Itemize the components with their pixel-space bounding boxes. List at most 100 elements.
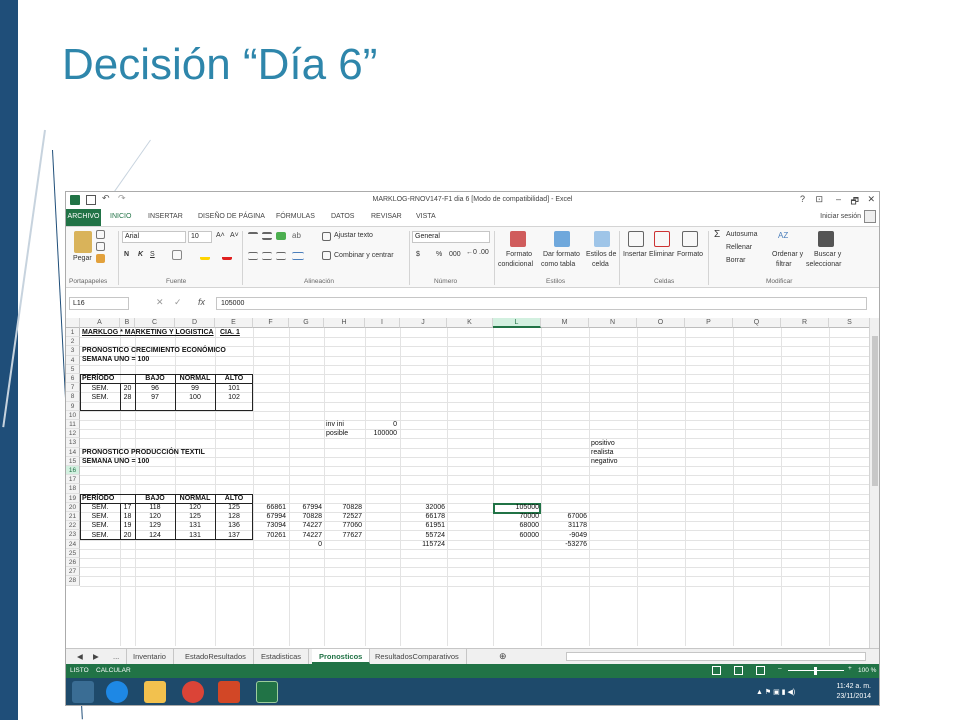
cell-b6[interactable]: 20	[120, 384, 135, 393]
row-header-8[interactable]: 8	[66, 392, 80, 402]
cell-g17[interactable]: 70828	[289, 512, 322, 521]
clear-button[interactable]: Borrar	[726, 257, 745, 264]
col-header-g[interactable]: G	[289, 318, 324, 328]
number-format-select[interactable]: General	[412, 231, 490, 243]
paste-icon[interactable]	[74, 231, 92, 253]
col-header-p[interactable]: P	[685, 318, 733, 328]
tab-vista[interactable]: VISTA	[416, 213, 436, 220]
col-header-n[interactable]: N	[589, 318, 637, 328]
scrollbar-thumb[interactable]	[872, 336, 878, 486]
paste-label[interactable]: Pegar	[73, 255, 92, 262]
zoom-slider-thumb[interactable]	[814, 667, 817, 675]
row-header-15[interactable]: 15	[66, 456, 80, 466]
tab-archivo[interactable]: ARCHIVO	[66, 209, 101, 226]
tab-diseno-pagina[interactable]: DISEÑO DE PÁGINA	[198, 213, 265, 220]
cell-j20[interactable]: 115724	[400, 540, 445, 549]
row-header-5[interactable]: 5	[66, 364, 80, 374]
cell-d18[interactable]: 131	[175, 521, 215, 530]
format-cells-icon[interactable]	[682, 231, 698, 247]
cell-e1[interactable]: CIA. 1	[220, 328, 240, 337]
shrink-font-button[interactable]: A˅	[230, 232, 239, 239]
insert-function-icon[interactable]: fx	[198, 297, 205, 307]
format-table-icon[interactable]	[554, 231, 570, 247]
cell-d17[interactable]: 125	[175, 512, 215, 521]
tab-resultados-comparativos[interactable]: ResultadosComparativos	[368, 649, 467, 664]
excel-taskbar-icon[interactable]	[256, 681, 278, 703]
cell-c6[interactable]: 96	[135, 384, 175, 393]
row-header-6[interactable]: 6	[66, 374, 80, 384]
chrome-icon[interactable]	[182, 681, 204, 703]
cell-g16[interactable]: 67994	[289, 503, 322, 512]
select-all-corner[interactable]	[66, 318, 80, 328]
cell-b19[interactable]: 20	[120, 531, 135, 540]
cut-icon[interactable]	[96, 230, 105, 239]
col-header-l[interactable]: L	[493, 318, 541, 328]
cell-a13[interactable]: PRONOSTICO PRODUCCIÓN TEXTIL	[82, 448, 205, 457]
percent-button[interactable]: %	[436, 251, 442, 258]
sort-filter-icon[interactable]: AZ	[778, 231, 794, 247]
sort-filter-label-2[interactable]: filtrar	[776, 261, 792, 268]
format-button[interactable]: Formato	[677, 251, 703, 258]
copy-icon[interactable]	[96, 242, 105, 251]
thousands-button[interactable]: 000	[449, 251, 461, 258]
cell-c18[interactable]: 129	[135, 521, 175, 530]
help-button[interactable]: ?	[800, 194, 805, 204]
cell-a19[interactable]: SEM.	[80, 531, 120, 540]
cell-a3[interactable]: PRONOSTICO CRECIMIENTO ECONÓMICO	[82, 346, 226, 355]
borders-icon[interactable]	[172, 250, 182, 260]
col-header-f[interactable]: F	[253, 318, 289, 328]
cell-h11[interactable]: posible	[326, 429, 348, 438]
cell-m18[interactable]: 31178	[541, 521, 587, 530]
cell-n14[interactable]: negativo	[591, 457, 617, 466]
col-header-q[interactable]: Q	[733, 318, 781, 328]
col-header-r[interactable]: R	[781, 318, 829, 328]
add-sheet-icon[interactable]: ⊕	[492, 648, 514, 663]
sigma-icon[interactable]: Σ	[714, 229, 720, 240]
zoom-in-button[interactable]: +	[848, 665, 852, 672]
row-header-21[interactable]: 21	[66, 512, 80, 522]
cell-j16[interactable]: 32006	[400, 503, 445, 512]
cell-f18[interactable]: 73094	[253, 521, 286, 530]
align-bottom-icon[interactable]	[276, 232, 286, 240]
cell-b16[interactable]: 17	[120, 503, 135, 512]
col-header-h[interactable]: H	[324, 318, 365, 328]
tab-insertar[interactable]: INSERTAR	[148, 213, 183, 220]
cell-g20[interactable]: 0	[289, 540, 322, 549]
align-center-icon[interactable]	[262, 252, 272, 260]
delete-button[interactable]: Eliminar	[649, 251, 674, 258]
cell-styles-icon[interactable]	[594, 231, 610, 247]
find-select-label-2[interactable]: seleccionar	[806, 261, 841, 268]
col-header-d[interactable]: D	[175, 318, 215, 328]
cell-h18[interactable]: 77060	[324, 521, 362, 530]
cell-c16[interactable]: 118	[135, 503, 175, 512]
ie-icon[interactable]	[106, 681, 128, 703]
powerpoint-icon[interactable]	[218, 681, 240, 703]
indent-icon[interactable]	[292, 252, 304, 260]
cell-e6[interactable]: 101	[215, 384, 253, 393]
row-header-18[interactable]: 18	[66, 484, 80, 494]
zoom-out-button[interactable]: –	[778, 665, 782, 672]
cell-e16[interactable]: 125	[215, 503, 253, 512]
cell-a6[interactable]: SEM.	[80, 384, 120, 393]
decrease-decimal-button[interactable]: .00	[479, 249, 489, 256]
row-header-19[interactable]: 19	[66, 493, 80, 503]
cell-e19[interactable]: 137	[215, 531, 253, 540]
align-top-icon[interactable]	[248, 232, 258, 240]
cell-e7[interactable]: 102	[215, 393, 253, 402]
align-right-icon[interactable]	[276, 252, 286, 260]
spreadsheet-grid[interactable]: A B C D E F G H I J K L M N O P Q R S 12…	[66, 318, 871, 646]
start-icon[interactable]	[72, 681, 94, 703]
cell-e18[interactable]: 136	[215, 521, 253, 530]
cell-f16[interactable]: 66861	[253, 503, 286, 512]
font-name-select[interactable]: Arial	[122, 231, 186, 243]
insert-cells-icon[interactable]	[628, 231, 644, 247]
merge-center-icon[interactable]	[322, 251, 331, 260]
autosum-button[interactable]: Autosuma	[726, 231, 758, 238]
close-button[interactable]: ✕	[867, 194, 875, 205]
col-header-a[interactable]: A	[80, 318, 120, 328]
cell-j18[interactable]: 61951	[400, 521, 445, 530]
vertical-scrollbar[interactable]	[869, 318, 879, 648]
format-table-label-1[interactable]: Dar formato	[543, 251, 580, 258]
font-size-select[interactable]: 10	[188, 231, 212, 243]
col-header-c[interactable]: C	[135, 318, 175, 328]
